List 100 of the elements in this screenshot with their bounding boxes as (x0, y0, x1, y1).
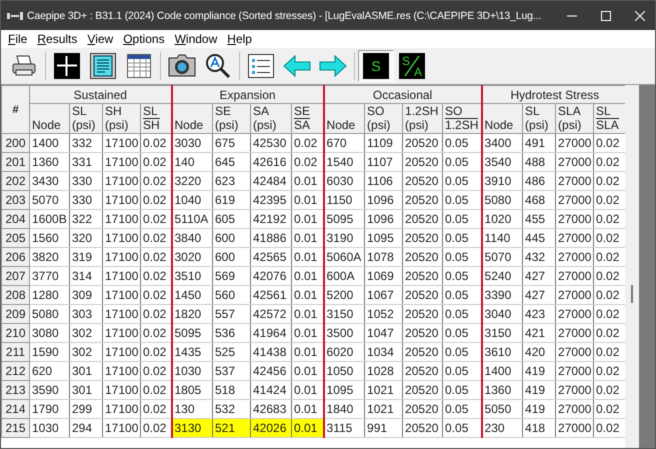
column-header: SE SA (292, 104, 324, 134)
column-header: SL (psi) (522, 104, 556, 134)
table-cell: 41964 (250, 324, 292, 342)
table-cell: 41886 (250, 228, 292, 248)
table-cell: 1034 (364, 342, 403, 362)
table-cell: 1450 (172, 286, 212, 304)
table-cell: 600 (212, 248, 250, 266)
table-cell: 1028 (364, 362, 403, 380)
row-number: 208 (2, 286, 30, 304)
scrollbar[interactable] (625, 85, 655, 448)
table-cell: 1280 (30, 286, 70, 304)
table-cell: 20520 (402, 190, 443, 210)
table-cell: 302 (70, 324, 102, 342)
column-header: Node (324, 104, 365, 134)
table-cell: 1030 (172, 362, 212, 380)
maximize-icon (601, 10, 611, 20)
table-cell: 27000 (556, 400, 594, 418)
table-cell: 17100 (102, 190, 140, 210)
table-cell: 27000 (556, 304, 594, 324)
table-cell: 1590 (30, 342, 70, 362)
table-icon (127, 54, 151, 78)
table-cell: 1069 (364, 266, 403, 286)
table-cell: 455 (522, 210, 556, 228)
table-cell: 3590 (30, 380, 70, 400)
table-cell: 1030 (30, 418, 70, 438)
table-cell: 20520 (402, 418, 443, 438)
group-header: Sustained (30, 86, 172, 104)
table-cell: 5095 (172, 324, 212, 342)
table-cell: 27000 (556, 248, 594, 266)
menu-item[interactable]: Window (170, 32, 224, 46)
table-cell: 600A (324, 266, 365, 286)
table-cell: 420 (522, 342, 556, 362)
table-cell: 3190 (324, 228, 365, 248)
menu-item[interactable]: View (83, 32, 120, 46)
table-cell: 3115 (324, 418, 365, 438)
table-cell: 17100 (102, 362, 140, 380)
table-cell: 5070 (30, 190, 70, 210)
table-cell: 42561 (250, 286, 292, 304)
table-cell: 1106 (364, 172, 403, 190)
table-cell: 486 (522, 172, 556, 190)
printer-icon (12, 55, 36, 77)
menu-item[interactable]: Options (119, 32, 171, 46)
table-cell: 1840 (324, 400, 365, 418)
column-header: SL (psi) (70, 104, 102, 134)
table-cell: 3610 (482, 342, 523, 362)
table-cell: 20520 (402, 324, 443, 342)
table-cell: 301 (70, 362, 102, 380)
table-cell: 42572 (250, 304, 292, 324)
row-number: 215 (2, 418, 30, 438)
table-cell: 3390 (482, 286, 523, 304)
table-cell: 491 (522, 134, 556, 152)
table-cell: 330 (70, 190, 102, 210)
table-cell: 27000 (556, 418, 594, 438)
menu-item[interactable]: Results (33, 32, 84, 46)
table-cell: 3400 (482, 134, 523, 152)
table-cell: 17100 (102, 304, 140, 324)
row-number: 201 (2, 152, 30, 172)
table-cell: 17100 (102, 210, 140, 228)
table-cell: 432 (522, 248, 556, 266)
table-cell: 3430 (30, 172, 70, 190)
table-cell: 518 (212, 380, 250, 400)
table-cell: 536 (212, 324, 250, 342)
crosshair-icon (54, 53, 80, 79)
row-number: 210 (2, 324, 30, 342)
table-cell: 427 (522, 286, 556, 304)
row-number: 203 (2, 190, 30, 210)
table-cell: 419 (522, 362, 556, 380)
row-number: 207 (2, 266, 30, 286)
table-cell: 5080 (482, 190, 523, 210)
table-cell: 1435 (172, 342, 212, 362)
row-number: 211 (2, 342, 30, 362)
column-header: # (2, 86, 30, 134)
menu-item[interactable]: File (4, 32, 34, 46)
table-cell: 20520 (402, 210, 443, 228)
table-cell: 331 (70, 152, 102, 172)
table-cell: 20520 (402, 304, 443, 324)
table-cell: 20520 (402, 286, 443, 304)
column-header: 1.2SH (psi) (402, 104, 443, 134)
scroll-thumb[interactable] (631, 285, 634, 303)
table-cell: 230 (482, 418, 523, 438)
table-cell: 620 (30, 362, 70, 380)
table-cell: 27000 (556, 342, 594, 362)
table-cell: 5050 (482, 400, 523, 418)
table-cell: 1360 (30, 152, 70, 172)
table-cell: 468 (522, 190, 556, 210)
table-cell: 42565 (250, 248, 292, 266)
table-cell: 27000 (556, 362, 594, 380)
document-icon (90, 53, 116, 79)
table-cell: 419 (522, 380, 556, 400)
row-number: 202 (2, 172, 30, 190)
table-cell: 17100 (102, 324, 140, 342)
menu-item[interactable]: Help (223, 32, 258, 46)
table-cell: 3030 (172, 134, 212, 152)
table-cell: 20520 (402, 134, 443, 152)
stress-button[interactable]: S (358, 50, 394, 82)
row-number: 205 (2, 228, 30, 248)
table-cell: 17100 (102, 342, 140, 362)
table-cell: 3150 (324, 304, 365, 324)
table-cell: 1096 (364, 210, 403, 228)
group-header: Occasional (324, 86, 482, 104)
